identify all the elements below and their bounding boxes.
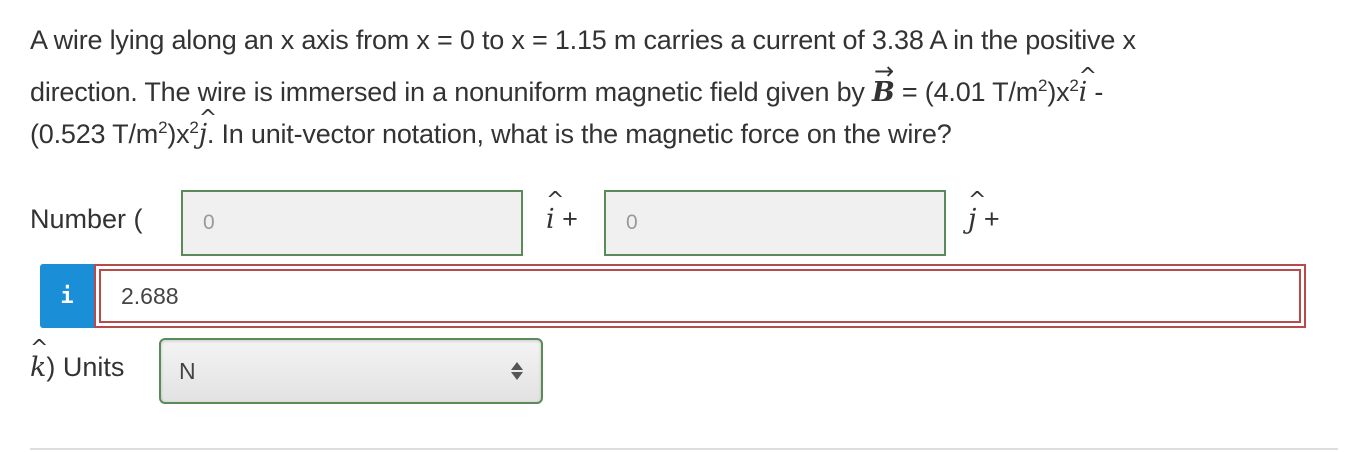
k-units-label: ^ k) Units bbox=[30, 336, 125, 383]
units-select[interactable]: N bbox=[159, 338, 543, 404]
unit-vector-j: ^ j bbox=[199, 106, 217, 155]
question-line-2: direction. The wire is immersed in a non… bbox=[30, 57, 1330, 119]
number-label: Number ( bbox=[30, 204, 143, 234]
vector-arrow-icon: → bbox=[874, 57, 894, 85]
vector-b: → B bbox=[872, 57, 895, 119]
field-expr-part-2: )x bbox=[1047, 77, 1070, 107]
unit-vector-k: ^ k bbox=[30, 336, 48, 383]
field-expr-part-3: (0.523 T/m bbox=[30, 119, 159, 149]
i-component-value: 0 bbox=[203, 211, 215, 234]
i-unit-label: ^ i + bbox=[546, 188, 578, 235]
question-text: A wire lying along an x axis from x = 0 … bbox=[30, 14, 1330, 154]
k-component-value: 2.688 bbox=[121, 282, 179, 309]
hat-icon: ^ bbox=[198, 106, 217, 131]
k-component-inner: 2.688 bbox=[99, 269, 1301, 323]
question-line-1-text: A wire lying along an x axis from x = 0 … bbox=[30, 25, 1136, 55]
unit-vector-j: ^ j bbox=[968, 188, 986, 235]
question-line-3: (0.523 T/m2)x2 ^ j. In unit-vector notatio… bbox=[30, 106, 1330, 155]
exponent: 2 bbox=[1069, 76, 1079, 95]
exponent: 2 bbox=[158, 118, 168, 137]
plus-sign: + bbox=[562, 204, 578, 234]
info-icon: i bbox=[60, 283, 74, 309]
unit-vector-i: ^ i bbox=[546, 188, 564, 235]
units-label: ) Units bbox=[46, 352, 125, 382]
question-line-2-text: direction. The wire is immersed in a non… bbox=[30, 77, 872, 107]
j-component-input[interactable]: 0 bbox=[604, 190, 946, 256]
info-button[interactable]: i bbox=[40, 264, 94, 328]
units-selected-value: N bbox=[179, 357, 196, 384]
unit-vector-i: ^ i bbox=[1079, 64, 1097, 119]
hat-icon: ^ bbox=[968, 188, 987, 213]
exponent: 2 bbox=[189, 118, 199, 137]
hat-icon: ^ bbox=[1078, 64, 1097, 89]
divider bbox=[30, 448, 1338, 450]
field-expr-part-1: = (4.01 T/m bbox=[894, 77, 1039, 107]
plus-sign: + bbox=[983, 204, 1000, 234]
j-unit-label: ^ j + bbox=[968, 188, 1000, 235]
hat-icon: ^ bbox=[30, 336, 49, 361]
exponent: 2 bbox=[1038, 76, 1048, 95]
field-expr-part-4: )x bbox=[167, 119, 190, 149]
question-line-1: A wire lying along an x axis from x = 0 … bbox=[30, 14, 1330, 66]
k-component-input[interactable]: 2.688 bbox=[94, 264, 1306, 328]
triangle-down-icon bbox=[511, 372, 523, 380]
hat-icon: ^ bbox=[546, 188, 565, 213]
j-component-value: 0 bbox=[626, 211, 638, 234]
i-component-input[interactable]: 0 bbox=[181, 190, 523, 256]
question-line-3-text: . In unit-vector notation, what is the m… bbox=[206, 119, 952, 149]
select-arrows-icon bbox=[511, 362, 523, 380]
triangle-up-icon bbox=[511, 362, 523, 370]
